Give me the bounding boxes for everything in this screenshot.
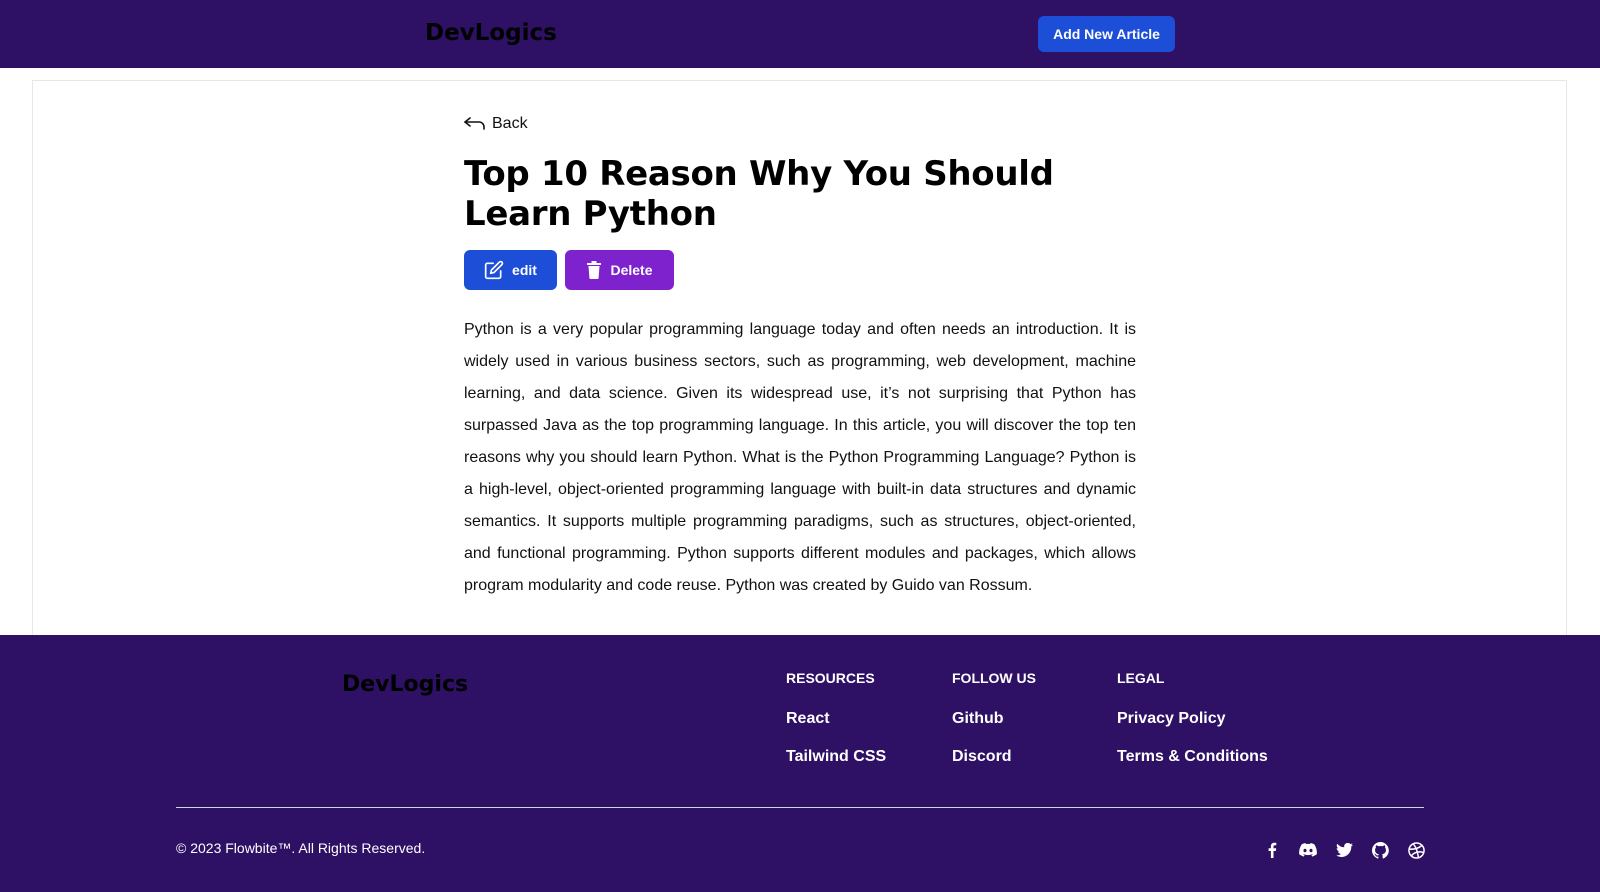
article-body: Python is a very popular programming lan… [464, 321, 1136, 594]
back-label: Back [492, 115, 528, 132]
footer-column-legal: Legal Privacy Policy Terms & Conditions [1117, 670, 1268, 786]
footer-link-privacy-policy[interactable]: Privacy Policy [1117, 710, 1268, 728]
edit-label: edit [512, 262, 537, 278]
copyright-text: © 2023 Flowbite™. All Rights Reserved. [176, 840, 426, 856]
edit-icon [484, 260, 504, 280]
footer-link-tailwind[interactable]: Tailwind CSS [786, 748, 886, 766]
footer-column-follow-us: Follow us Github Discord [952, 670, 1036, 786]
back-arrow-icon [464, 117, 485, 130]
footer-heading-follow-us: Follow us [952, 670, 1036, 686]
article-title: Top 10 Reason Why You Should Learn Pytho… [464, 154, 1054, 234]
discord-icon[interactable] [1298, 840, 1318, 860]
back-link[interactable]: Back [464, 115, 528, 133]
facebook-icon[interactable] [1262, 840, 1282, 860]
top-navbar: DevLogics Add New Article [0, 0, 1600, 68]
github-icon[interactable] [1370, 840, 1390, 860]
footer-link-terms[interactable]: Terms & Conditions [1117, 748, 1268, 766]
footer-link-github[interactable]: Github [952, 710, 1036, 728]
add-new-article-button[interactable]: Add New Article [1038, 16, 1175, 52]
delete-button[interactable]: Delete [565, 250, 674, 290]
footer-link-discord[interactable]: Discord [952, 748, 1036, 766]
delete-label: Delete [610, 262, 653, 278]
dribbble-icon[interactable] [1406, 840, 1426, 860]
trash-icon [587, 261, 602, 279]
footer-brand-logo[interactable]: DevLogics [342, 672, 468, 697]
footer-link-react[interactable]: React [786, 710, 886, 728]
site-footer: DevLogics Resources React Tailwind CSS F… [0, 635, 1600, 892]
edit-button[interactable]: edit [464, 250, 557, 290]
footer-column-resources: Resources React Tailwind CSS [786, 670, 886, 786]
footer-divider [176, 807, 1424, 808]
footer-heading-legal: Legal [1117, 670, 1165, 686]
twitter-icon[interactable] [1334, 840, 1354, 860]
footer-heading-resources: Resources [786, 670, 875, 686]
brand-logo[interactable]: DevLogics [425, 20, 557, 46]
